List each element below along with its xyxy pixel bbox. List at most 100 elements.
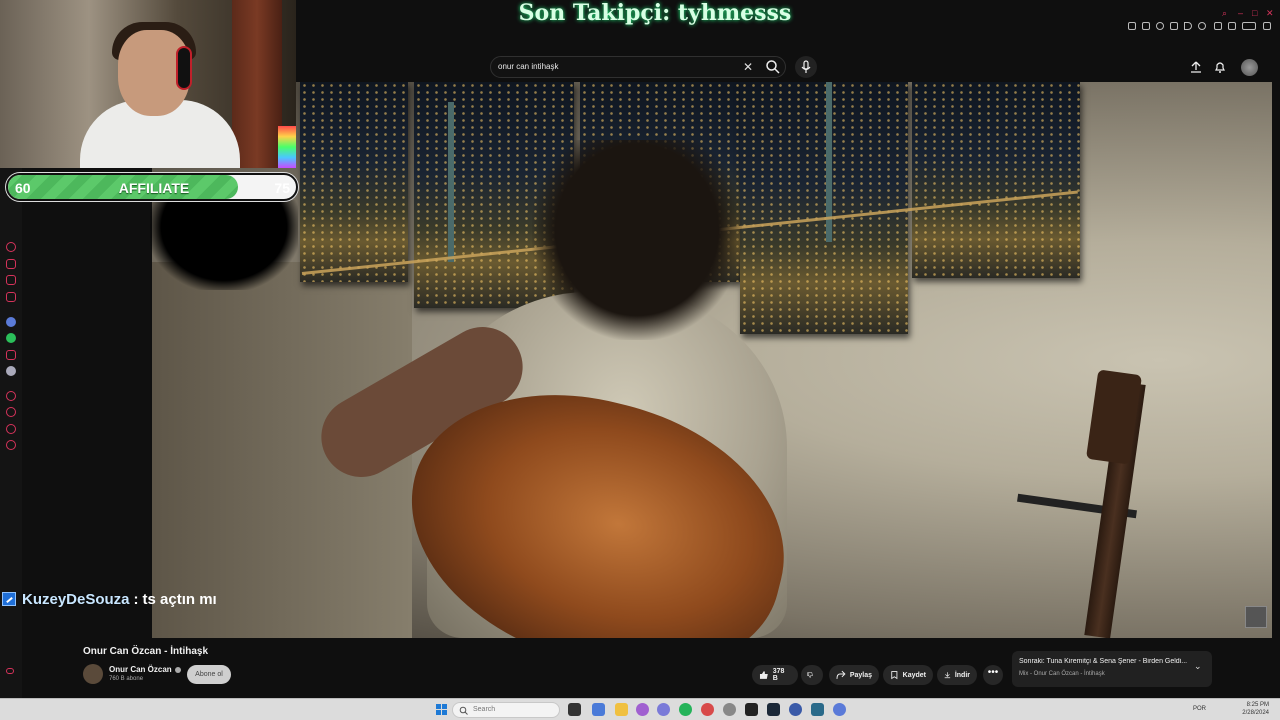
up-next-subtitle: Mix - Onur Can Özcan - İntihaşk <box>1019 671 1105 677</box>
instagram-icon[interactable] <box>6 350 16 360</box>
floating-avatar[interactable] <box>1245 606 1267 628</box>
clock-time: 8:25 PM <box>1246 702 1269 708</box>
up-next-title: Sonraki: Tuna Kiremitçi & Sena Şener - B… <box>1019 658 1188 665</box>
sidebar-icon-2[interactable] <box>6 259 16 269</box>
language-indicator[interactable]: POR <box>1193 706 1206 712</box>
more-actions-button[interactable]: ••• <box>983 665 1003 685</box>
download-icon[interactable] <box>1214 22 1222 30</box>
painting-panel-1 <box>300 82 408 282</box>
painting-panel-5 <box>912 82 1080 278</box>
heart-icon[interactable] <box>1198 22 1206 30</box>
maximize-icon[interactable]: □ <box>1252 8 1257 18</box>
dislike-button[interactable] <box>801 665 823 685</box>
history-icon[interactable] <box>6 407 16 417</box>
app-icon-12[interactable] <box>833 703 846 716</box>
share-icon <box>836 670 846 679</box>
ai-icon[interactable] <box>1242 22 1256 30</box>
tab-icon[interactable] <box>1142 22 1150 30</box>
chevron-down-icon[interactable]: ⌄ <box>1194 661 1202 672</box>
taskbar-clock[interactable]: 8:25 PM 2/28/2024 <box>1239 701 1269 717</box>
affiliate-goal: 75 <box>274 180 290 196</box>
download-label: İndir <box>954 671 970 679</box>
bookmark-icon[interactable] <box>1128 22 1136 30</box>
search-icon <box>459 706 468 715</box>
channel-name[interactable]: Onur Can Özcan <box>109 665 172 674</box>
messenger-icon[interactable] <box>6 317 16 327</box>
affiliate-label: AFFILIATE <box>118 180 190 196</box>
taskbar: Search POR 8:25 PM 2/28/2024 <box>0 698 1280 720</box>
sidebar-icon-1[interactable] <box>6 242 16 252</box>
video-title: Onur Can Özcan - İntihaşk <box>83 646 209 657</box>
download-button[interactable]: İndir <box>937 665 977 685</box>
play-icon[interactable] <box>6 424 16 434</box>
task-view-icon[interactable] <box>568 703 581 716</box>
sidebar-icon-4[interactable] <box>6 292 16 302</box>
affiliate-progress-bar: 60 AFFILIATE 75 <box>6 173 298 201</box>
like-count: 378 B <box>772 668 785 682</box>
clear-search-icon[interactable]: ✕ <box>743 60 753 74</box>
up-next-card[interactable]: Sonraki: Tuna Kiremitçi & Sena Şener - B… <box>1012 651 1212 687</box>
rgb-light <box>278 126 296 168</box>
search-input[interactable]: onur can intihaşk ✕ <box>490 56 786 78</box>
download-icon <box>944 672 951 679</box>
webcam-door <box>232 0 282 168</box>
app-icon-3[interactable] <box>636 703 649 716</box>
chat-badge-icon <box>2 592 16 606</box>
voice-search-button[interactable] <box>795 56 817 78</box>
play-icon[interactable] <box>1184 22 1192 30</box>
app-icon-7[interactable] <box>723 703 736 716</box>
save-label: Kaydet <box>902 671 926 679</box>
mic-icon <box>801 60 811 73</box>
app-icon-1[interactable] <box>592 703 605 716</box>
video-player[interactable] <box>152 82 1272 638</box>
taskbar-search-placeholder: Search <box>473 706 496 713</box>
thumbs-up-icon <box>759 671 768 679</box>
app-icon-11[interactable] <box>811 703 824 716</box>
share-button[interactable]: Paylaş <box>829 665 879 685</box>
sidebar-bottom-icon[interactable] <box>6 668 14 674</box>
extensions-icon[interactable] <box>1228 22 1236 30</box>
windows-start-icon[interactable] <box>435 703 448 716</box>
overlay-shadow <box>150 200 298 290</box>
screen: ⌕ – □ ✕ onur can intihaşk ✕ 60 AFFILIATE… <box>0 0 1280 720</box>
webcam-overlay <box>0 0 296 168</box>
bookmark-icon <box>891 671 898 680</box>
browser-toolbar <box>1125 22 1275 34</box>
taskbar-search[interactable]: Search <box>452 702 560 718</box>
notifications-icon[interactable] <box>1213 60 1227 74</box>
verified-icon <box>174 666 181 673</box>
chrome-icon[interactable] <box>701 703 714 716</box>
file-explorer-icon[interactable] <box>615 703 628 716</box>
whatsapp-icon[interactable] <box>679 703 692 716</box>
upload-icon[interactable] <box>1189 60 1203 74</box>
app-icon-10[interactable] <box>789 703 802 716</box>
bridge-tower-1 <box>448 102 454 262</box>
settings-icon[interactable] <box>6 440 16 450</box>
search-window-icon[interactable]: ⌕ <box>1222 8 1227 19</box>
close-icon[interactable]: ✕ <box>1266 8 1274 19</box>
whatsapp-icon[interactable] <box>6 333 16 343</box>
channel-name-row[interactable]: Onur Can Özcan <box>109 665 181 674</box>
minimize-icon[interactable]: – <box>1238 8 1243 18</box>
search-icon[interactable] <box>764 58 782 76</box>
save-button[interactable]: Kaydet <box>883 665 933 685</box>
chat-text: ts açtın mı <box>142 590 217 608</box>
steam-icon[interactable] <box>767 703 780 716</box>
subscribe-button[interactable]: Abone ol <box>187 665 231 684</box>
painting-panel-4 <box>740 82 908 334</box>
camera-icon[interactable] <box>1170 22 1178 30</box>
sidebar-icon-3[interactable] <box>6 275 16 285</box>
menu-icon[interactable] <box>1263 22 1271 30</box>
app-icon-4[interactable] <box>657 703 670 716</box>
shield-icon[interactable] <box>1156 22 1164 30</box>
avatar[interactable] <box>1241 59 1258 76</box>
channel-avatar[interactable] <box>83 664 103 684</box>
like-button[interactable]: 378 B <box>752 665 798 685</box>
sidebar-icon-9[interactable] <box>6 391 16 401</box>
chat-username: KuzeyDeSouza <box>22 590 130 608</box>
last-follower-text: Son Takipçi: tyhmesss <box>518 0 792 26</box>
performer-hair <box>532 140 742 340</box>
discord-icon[interactable] <box>6 366 16 376</box>
share-label: Paylaş <box>849 671 872 679</box>
terminal-icon[interactable] <box>745 703 758 716</box>
